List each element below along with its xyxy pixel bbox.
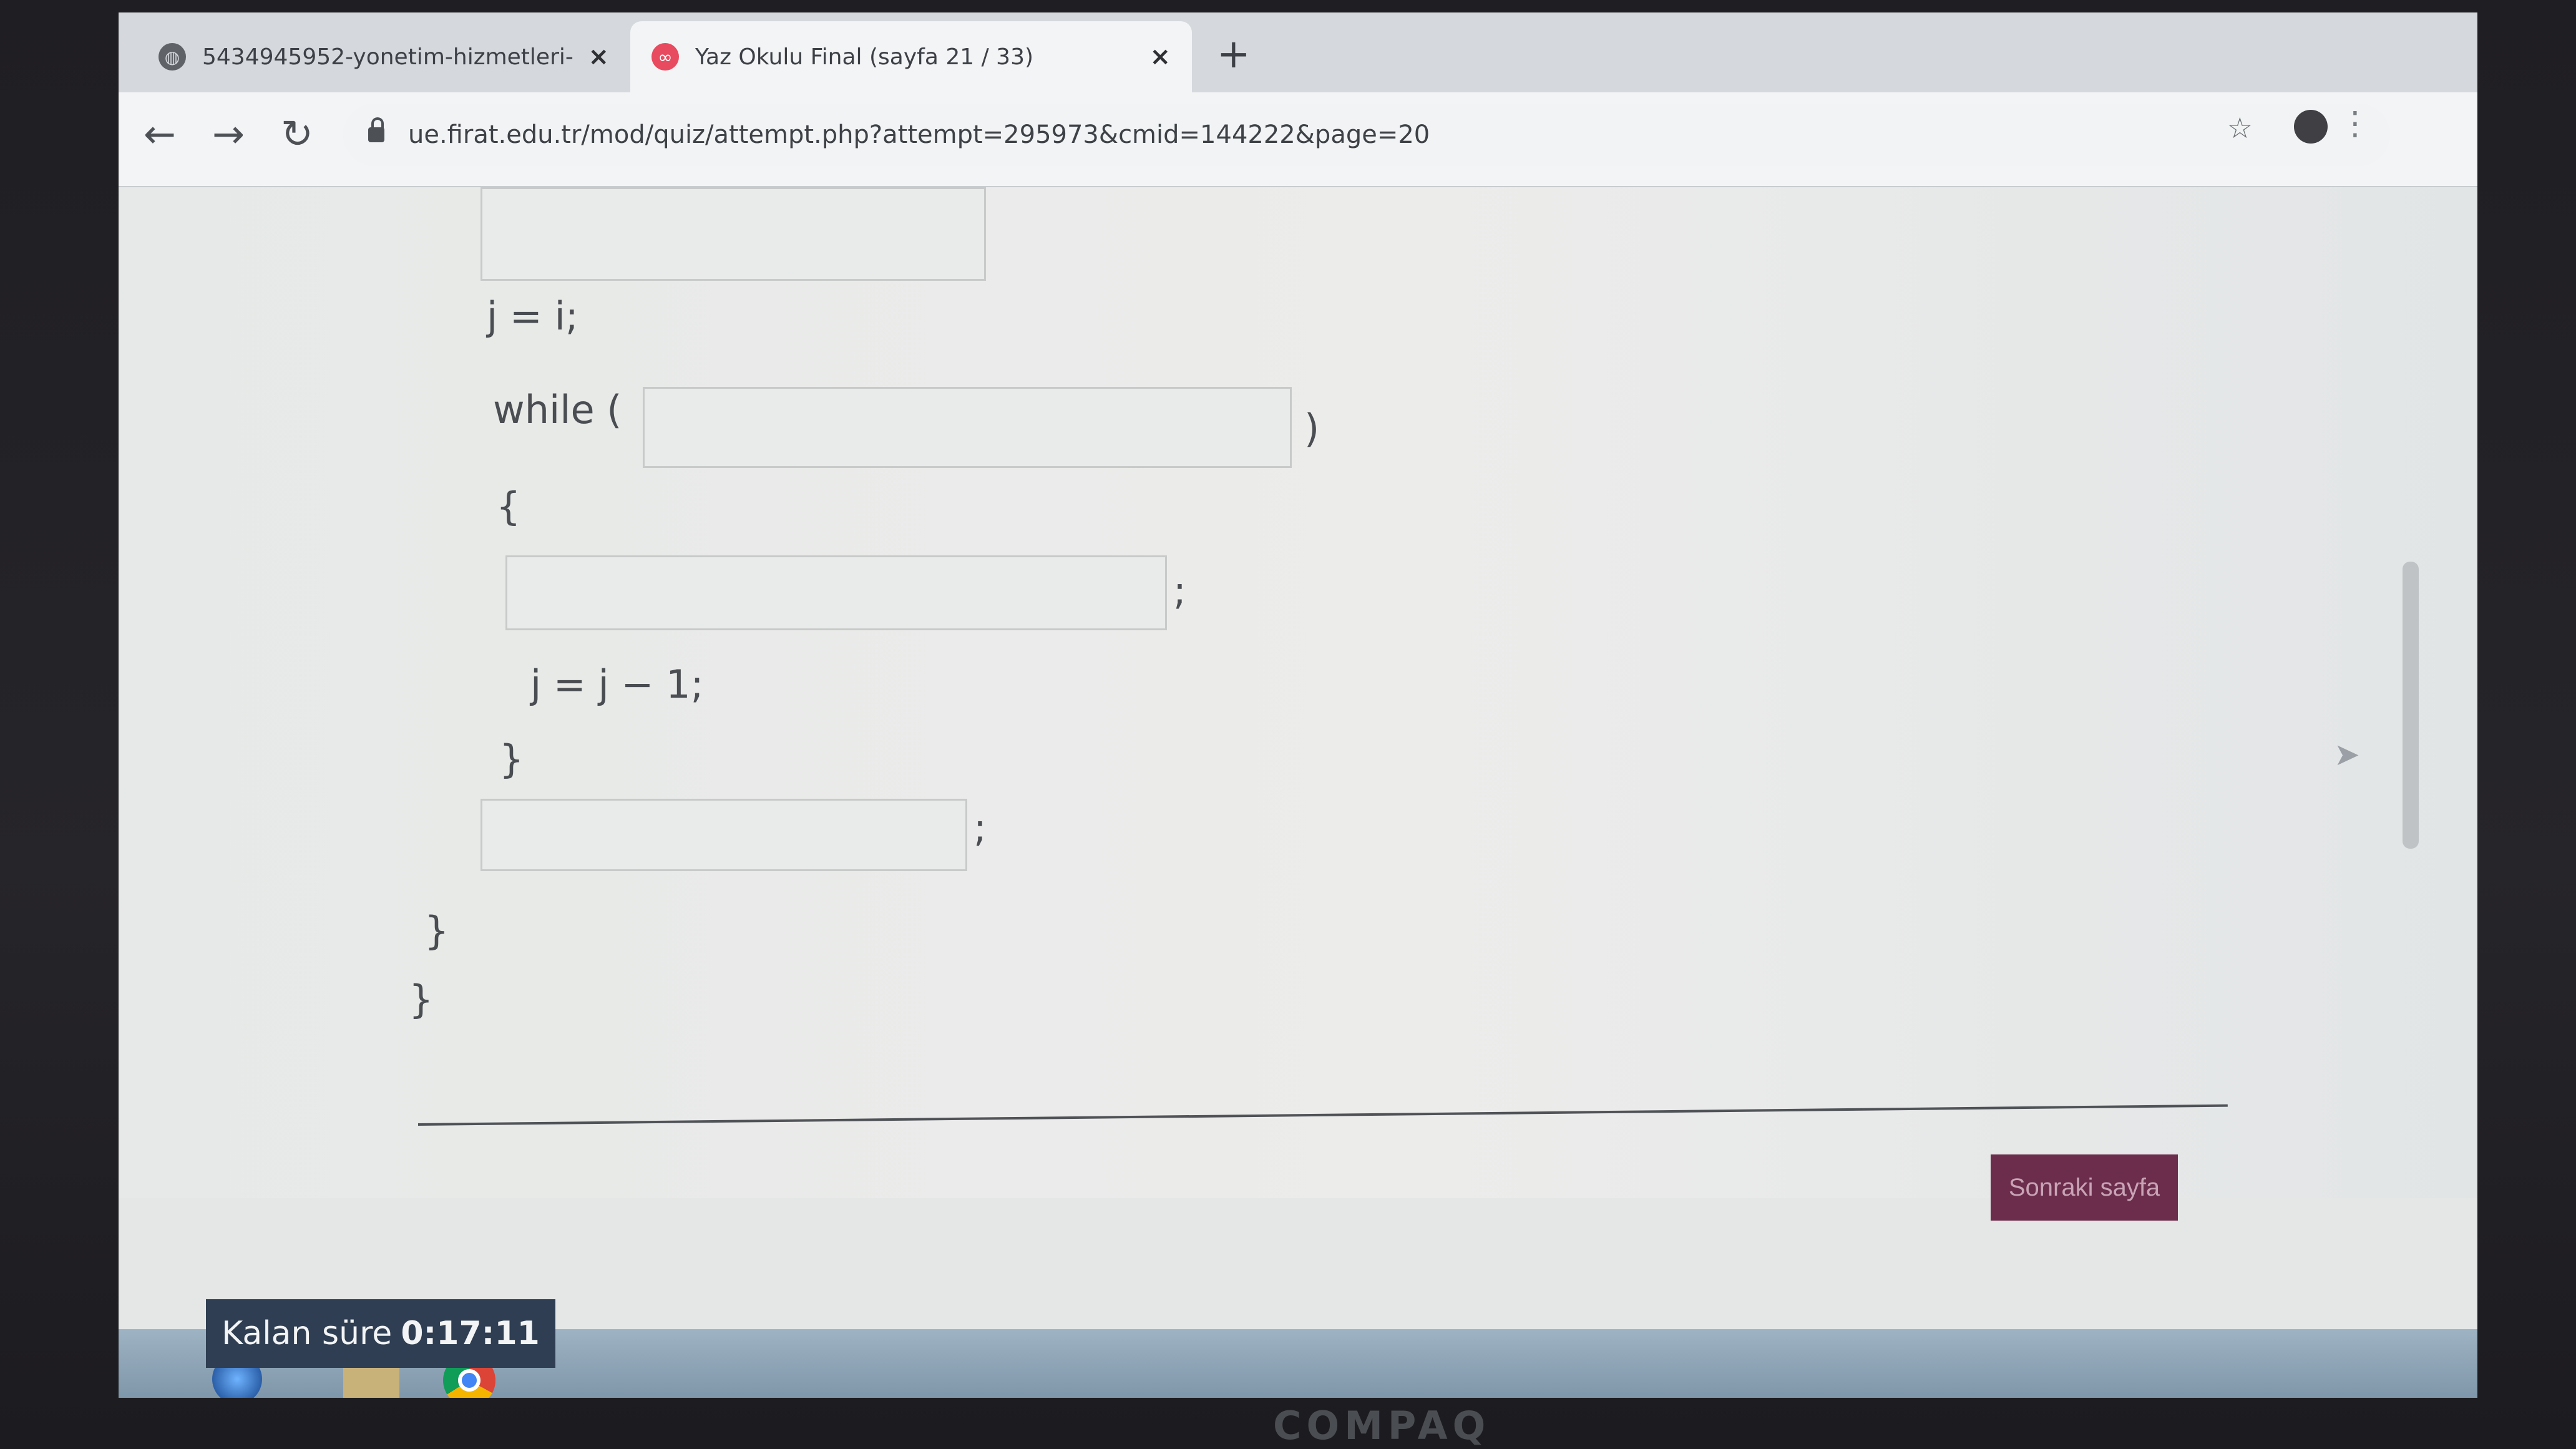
code-brace-close: } xyxy=(499,736,524,782)
code-semicolon-1: ; xyxy=(1173,568,1186,613)
kebab-menu-icon[interactable]: ⋮ xyxy=(2339,105,2371,142)
back-arrow-icon[interactable]: ← xyxy=(144,111,176,157)
time-remaining: Kalan süre 0:17:11 xyxy=(206,1299,555,1368)
quiz-page: j = i; while ( ) { ; j = j − 1; } ; } } … xyxy=(119,187,2477,1221)
profile-avatar[interactable] xyxy=(2294,110,2328,144)
code-line-j-assign: j = i; xyxy=(487,293,578,339)
tab-strip: ◍ 5434945952-yonetim-hizmetleri- × ∞ Yaz… xyxy=(119,12,2477,92)
after-loop-input[interactable] xyxy=(481,799,967,871)
screen: ◍ 5434945952-yonetim-hizmetleri- × ∞ Yaz… xyxy=(119,12,2477,1398)
code-outer-close-1: } xyxy=(424,908,449,954)
lock-icon xyxy=(368,117,384,142)
code-semicolon-2: ; xyxy=(973,805,987,851)
mouse-cursor-icon: ➤ xyxy=(2334,736,2360,773)
tab-title: Yaz Okulu Final (sayfa 21 / 33) xyxy=(695,44,1034,70)
browser-toolbar: ← → ↻ ue.firat.edu.tr/mod/quiz/attempt.p… xyxy=(119,92,2477,187)
address-bar[interactable]: ue.firat.edu.tr/mod/quiz/attempt.php?att… xyxy=(343,104,2390,166)
moodle-icon: ∞ xyxy=(651,43,679,71)
reload-icon[interactable]: ↻ xyxy=(281,111,313,157)
code-brace-open: { xyxy=(496,484,521,529)
answer-input-top[interactable] xyxy=(481,187,986,281)
close-icon[interactable]: × xyxy=(588,42,609,71)
code-decrement: j = j − 1; xyxy=(530,661,704,707)
loop-body-input[interactable] xyxy=(505,555,1167,630)
tab-title: 5434945952-yonetim-hizmetleri- xyxy=(202,44,573,70)
new-tab-button[interactable]: + xyxy=(1217,31,1251,77)
tab-yonetim-hizmetleri[interactable]: ◍ 5434945952-yonetim-hizmetleri- × xyxy=(137,21,630,92)
timer-label: Kalan süre xyxy=(222,1315,393,1352)
code-while: while ( xyxy=(493,387,622,432)
close-icon[interactable]: × xyxy=(1149,42,1171,71)
forward-arrow-icon[interactable]: → xyxy=(212,111,245,157)
next-page-button[interactable]: Sonraki sayfa xyxy=(1991,1154,2178,1221)
code-outer-close-2: } xyxy=(409,977,434,1022)
monitor-brand-logo: COMPAQ xyxy=(1273,1403,1491,1448)
timer-value: 0:17:11 xyxy=(401,1315,540,1352)
bookmark-star-icon[interactable]: ☆ xyxy=(2227,111,2253,145)
tab-quiz[interactable]: ∞ Yaz Okulu Final (sayfa 21 / 33) × xyxy=(630,21,1192,92)
code-while-close: ) xyxy=(1304,406,1320,451)
globe-icon: ◍ xyxy=(159,43,186,71)
url-text: ue.firat.edu.tr/mod/quiz/attempt.php?att… xyxy=(408,120,1430,149)
page-scrollbar[interactable] xyxy=(2403,562,2419,849)
section-divider xyxy=(417,1104,2228,1126)
while-condition-input[interactable] xyxy=(643,387,1292,468)
